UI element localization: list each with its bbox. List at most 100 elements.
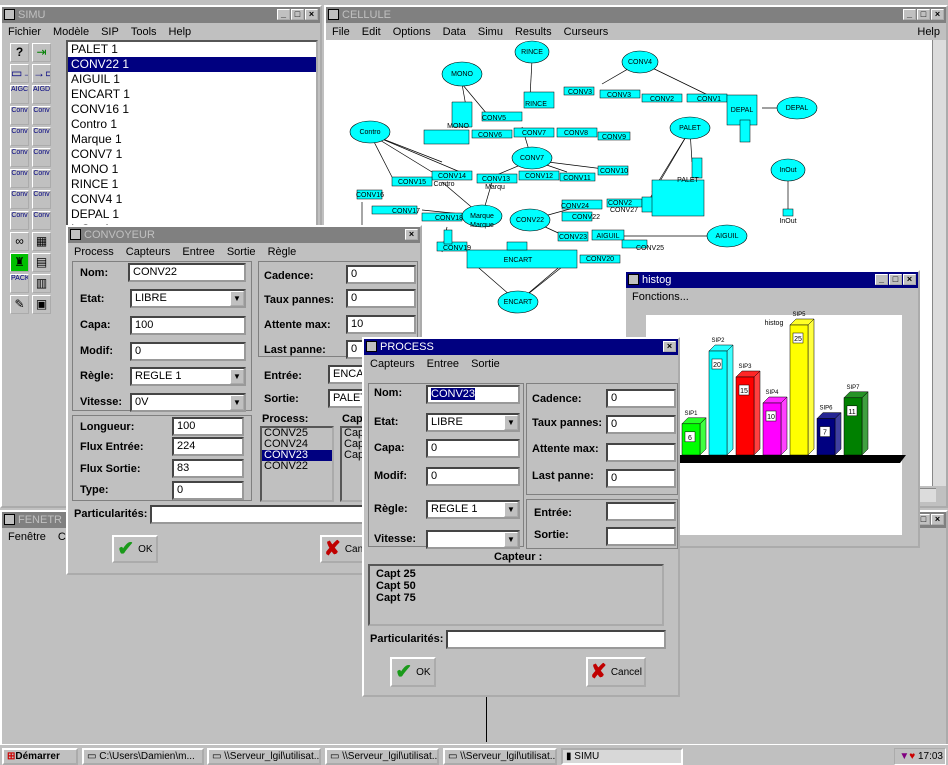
- capteur-list[interactable]: Capt 25 Capt 50 Capt 75: [368, 564, 664, 626]
- conv-n-tool-icon[interactable]: Conv: [32, 106, 51, 125]
- vertical-scrollbar[interactable]: [932, 40, 946, 486]
- element-list[interactable]: PALET 1 CONV22 1 AIGUIL 1 ENCART 1 CONV1…: [66, 40, 318, 230]
- list-item[interactable]: ENCART 1: [68, 87, 316, 102]
- palletizer-tool-icon[interactable]: ▥: [32, 274, 51, 293]
- menu-sip[interactable]: SIP: [95, 26, 125, 38]
- ok-button[interactable]: ✔ OK: [390, 657, 436, 687]
- conv-corner4-tool-icon[interactable]: Conv: [32, 169, 51, 188]
- paint-tool-icon[interactable]: ▣: [32, 295, 51, 314]
- task-button[interactable]: ▭ \\Serveur_lgil\utilisat...: [325, 748, 439, 765]
- maximize-icon[interactable]: □: [917, 9, 930, 20]
- sortie-field[interactable]: [606, 527, 676, 546]
- menu-tools[interactable]: Tools: [125, 26, 163, 38]
- list-item[interactable]: AIGUIL 1: [68, 72, 316, 87]
- flux-sortie-field[interactable]: 83: [172, 459, 244, 478]
- menu-data[interactable]: Data: [437, 26, 472, 38]
- modif-field[interactable]: 0: [130, 342, 246, 361]
- list-item[interactable]: CONV4 1: [68, 192, 316, 207]
- bottle-tool-icon[interactable]: ♜: [10, 253, 29, 272]
- close-icon[interactable]: ×: [931, 9, 944, 20]
- menu-edit[interactable]: Edit: [356, 26, 387, 38]
- chevron-down-icon[interactable]: ▼: [504, 532, 518, 547]
- menu-process[interactable]: Process: [68, 246, 120, 258]
- cadence-field[interactable]: 0: [346, 265, 416, 284]
- modif-field[interactable]: 0: [426, 467, 520, 486]
- list-item[interactable]: Marque 1: [68, 132, 316, 147]
- conv-corner-tool-icon[interactable]: Conv: [10, 148, 29, 167]
- menu-sortie[interactable]: Sortie: [221, 246, 262, 258]
- close-icon[interactable]: ×: [931, 514, 944, 525]
- help-tool-icon[interactable]: ?: [10, 43, 29, 62]
- close-icon[interactable]: ×: [663, 341, 676, 352]
- menu-sortie[interactable]: Sortie: [465, 358, 506, 370]
- process-dialog[interactable]: PROCESS × Capteurs Entree Sortie Nom: CO…: [362, 337, 680, 697]
- close-icon[interactable]: ×: [305, 9, 318, 20]
- menu-help[interactable]: Help: [163, 26, 198, 38]
- maximize-icon[interactable]: □: [889, 274, 902, 285]
- convoyeur-titlebar[interactable]: CONVOYEUR ×: [68, 227, 420, 243]
- list-item[interactable]: CONV22 1: [68, 57, 316, 72]
- aigc-tool-icon[interactable]: AIGC: [10, 85, 29, 104]
- menu-options[interactable]: Options: [387, 26, 437, 38]
- pen-tool-icon[interactable]: ✎: [10, 295, 29, 314]
- menu-capteurs[interactable]: Capteurs: [120, 246, 177, 258]
- tray-icon[interactable]: ▼: [899, 751, 909, 762]
- menu-fenetre[interactable]: Fenêtre: [2, 531, 52, 543]
- minimize-icon[interactable]: _: [903, 9, 916, 20]
- task-button[interactable]: ▭ C:\Users\Damien\m...: [82, 748, 204, 765]
- list-item[interactable]: PALET 1: [68, 42, 316, 57]
- minimize-icon[interactable]: _: [277, 9, 290, 20]
- conv-double-tool-icon[interactable]: Conv: [10, 211, 29, 230]
- list-item[interactable]: Capt 75: [370, 592, 662, 604]
- task-button[interactable]: ▭ \\Serveur_lgil\utilisat...: [207, 748, 321, 765]
- entree-field[interactable]: [606, 502, 676, 521]
- histog-titlebar[interactable]: histog _ □ ×: [626, 272, 918, 288]
- chevron-down-icon[interactable]: ▼: [230, 369, 244, 384]
- machine-tool-icon[interactable]: ▤: [32, 253, 51, 272]
- vitesse-select[interactable]: 0V ▼: [130, 393, 246, 412]
- conv-left-tool-icon[interactable]: Conv: [10, 127, 29, 146]
- list-item[interactable]: CONV22: [262, 461, 332, 472]
- simu-titlebar[interactable]: SIMU _ □ ×: [2, 7, 320, 23]
- task-button-simu[interactable]: ▮ SIMU: [561, 748, 683, 765]
- menu-file[interactable]: File: [326, 26, 356, 38]
- cancel-button[interactable]: ✘ Cancel: [586, 657, 646, 687]
- grid-tool-icon[interactable]: ▦: [32, 232, 51, 251]
- close-icon[interactable]: ×: [903, 274, 916, 285]
- menu-entree[interactable]: Entree: [176, 246, 220, 258]
- aigd-tool-icon[interactable]: AIGD: [32, 85, 51, 104]
- longueur-field[interactable]: 100: [172, 417, 244, 436]
- binoculars-tool-icon[interactable]: ∞: [10, 232, 29, 251]
- list-item[interactable]: Capt 25: [370, 566, 662, 580]
- list-item[interactable]: MONO 1: [68, 162, 316, 177]
- list-item[interactable]: RINCE 1: [68, 177, 316, 192]
- cellule-titlebar[interactable]: CELLULE _ □ ×: [326, 7, 946, 23]
- input-tool-icon[interactable]: ▭→: [10, 64, 29, 83]
- chevron-down-icon[interactable]: ▼: [504, 502, 518, 517]
- conv-corner3-tool-icon[interactable]: Conv: [10, 169, 29, 188]
- menu-modele[interactable]: Modèle: [47, 26, 95, 38]
- ok-button[interactable]: ✔ OK: [112, 535, 158, 563]
- menu-fonctions[interactable]: Fonctions...: [626, 291, 695, 303]
- output-tool-icon[interactable]: →▭: [32, 64, 51, 83]
- conv-corner2-tool-icon[interactable]: Conv: [32, 148, 51, 167]
- taux-field[interactable]: 0: [606, 415, 676, 434]
- close-icon[interactable]: ×: [405, 229, 418, 240]
- etat-select[interactable]: LIBRE ▼: [130, 289, 246, 308]
- menu-capteurs[interactable]: Capteurs: [364, 358, 421, 370]
- chevron-down-icon[interactable]: ▼: [230, 395, 244, 410]
- tray-icon[interactable]: ♥: [909, 751, 915, 762]
- conv-double2-tool-icon[interactable]: Conv: [32, 211, 51, 230]
- minimize-icon[interactable]: _: [875, 274, 888, 285]
- flux-entree-field[interactable]: 224: [172, 437, 244, 456]
- menu-results[interactable]: Results: [509, 26, 558, 38]
- nom-field[interactable]: CONV23: [426, 385, 520, 404]
- menu-entree[interactable]: Entree: [421, 358, 465, 370]
- start-button[interactable]: ⊞Démarrer: [2, 748, 78, 765]
- attente-field[interactable]: [606, 443, 676, 462]
- conv-straight2-tool-icon[interactable]: Conv: [32, 190, 51, 209]
- nom-field[interactable]: CONV22: [128, 263, 246, 282]
- menu-simu[interactable]: Simu: [472, 26, 509, 38]
- last-panne-field[interactable]: 0: [606, 469, 676, 488]
- process-list[interactable]: CONV25 CONV24 CONV23 CONV22: [260, 426, 334, 502]
